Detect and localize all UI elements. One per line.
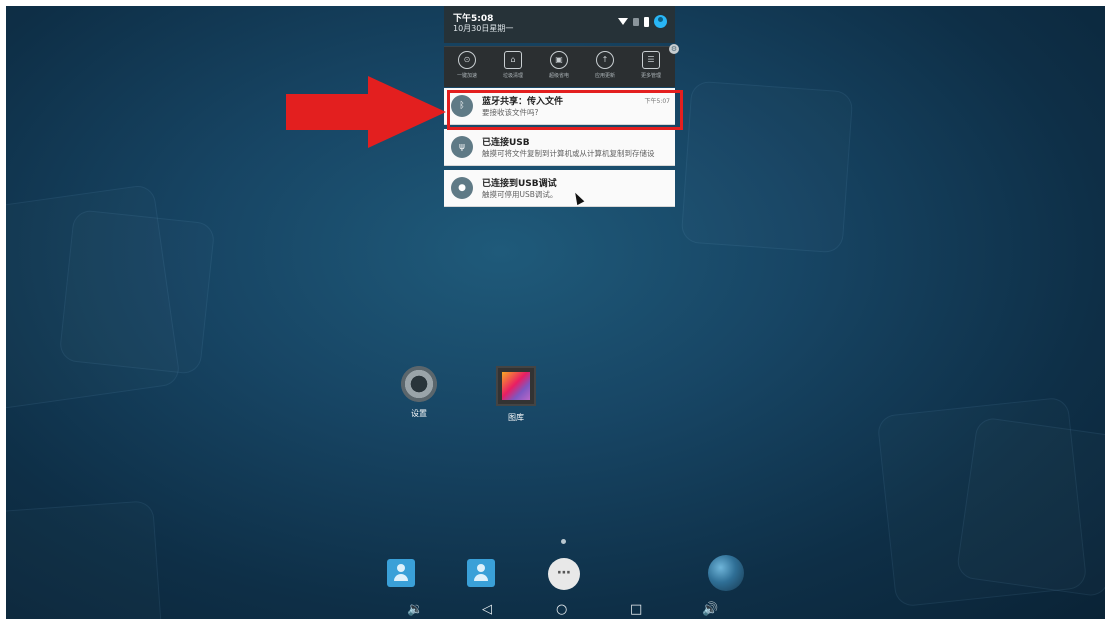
settings-app-label: 设置: [411, 409, 427, 418]
wallpaper-shape: [58, 208, 216, 376]
quick-setting-label: 垃圾清理: [502, 73, 523, 79]
recent-apps-icon[interactable]: □: [630, 603, 642, 617]
red-arrow-annotation: [286, 76, 446, 148]
volume-up-icon[interactable]: 🔊: [702, 603, 718, 617]
quick-setting-label: 应用更新: [594, 73, 615, 79]
quick-setting-label: 更多管理: [640, 73, 661, 79]
notification-title: 已连接USB: [482, 138, 530, 148]
quick-settings-bar: ⊙ 一键加速 ⌂ 垃圾清理 ▣ 超级省电 ↑ 应用更新 ☰ 更多管理 ⚙: [444, 44, 679, 87]
android-screen: 设置 图库 ⋯ 🔉 ◁ ○ □ 🔊 下午5:08 10月30日星期一 ⊙ 一键加…: [6, 6, 1105, 619]
quick-setting-more[interactable]: ☰ 更多管理: [628, 51, 674, 79]
red-arrow-shape: [286, 76, 446, 148]
user-account-icon[interactable]: [654, 15, 667, 28]
highlight-box: [447, 90, 683, 130]
notification-title: 已连接到USB调试: [482, 179, 557, 189]
settings-app[interactable]: 设置: [394, 366, 444, 419]
wallpaper-shape: [955, 416, 1105, 598]
quick-setting-speed[interactable]: ⊙ 一键加速: [444, 51, 490, 79]
status-date: 10月30日星期一: [453, 24, 514, 33]
speed-icon: ⊙: [458, 51, 476, 69]
page-indicator: [561, 539, 566, 544]
volume-down-icon[interactable]: 🔉: [407, 603, 423, 617]
gear-icon: [401, 366, 437, 402]
gallery-app[interactable]: 图库: [492, 366, 540, 423]
trash-icon: ⌂: [504, 51, 522, 69]
notification-usb-connected[interactable]: ψ 已连接USB 触摸可将文件复制到计算机或从计算机复制到存储设: [444, 129, 675, 166]
quick-setting-label: 超级省电: [548, 73, 569, 79]
usb-icon: ψ: [451, 136, 473, 158]
quick-setting-power-saver[interactable]: ▣ 超级省电: [536, 51, 582, 79]
battery-icon: [644, 16, 649, 27]
notification-text: 触摸可将文件复制到计算机或从计算机复制到存储设: [482, 149, 655, 158]
quick-setting-label: 一键加速: [456, 73, 477, 79]
quick-setting-clean[interactable]: ⌂ 垃圾清理: [490, 51, 536, 79]
settings-gear-icon[interactable]: ⚙: [669, 44, 679, 54]
contacts-app-icon[interactable]: [387, 559, 415, 587]
no-sim-icon: [633, 17, 639, 26]
battery-saver-icon: ▣: [550, 51, 568, 69]
debug-icon: ●: [451, 177, 473, 199]
status-icons: [618, 15, 667, 28]
quick-setting-app-update[interactable]: ↑ 应用更新: [582, 51, 628, 79]
wifi-icon: [618, 18, 628, 25]
notification-usb-debugging[interactable]: ● 已连接到USB调试 触摸可停用USB调试。: [444, 170, 675, 207]
back-icon[interactable]: ◁: [482, 603, 492, 617]
gallery-app-label: 图库: [508, 413, 524, 422]
status-bar: 下午5:08 10月30日星期一: [444, 6, 675, 43]
browser-globe-icon[interactable]: [708, 555, 744, 591]
navigation-bar: 🔉 ◁ ○ □ 🔊: [6, 603, 1105, 619]
wallpaper-shape: [680, 80, 854, 254]
manage-icon: ☰: [642, 51, 660, 69]
update-icon: ↑: [596, 51, 614, 69]
home-icon[interactable]: ○: [556, 603, 567, 617]
contacts-app-icon[interactable]: [467, 559, 495, 587]
wallpaper-shape: [6, 500, 163, 619]
app-drawer-icon[interactable]: ⋯: [548, 558, 580, 590]
gallery-icon: [496, 366, 536, 406]
